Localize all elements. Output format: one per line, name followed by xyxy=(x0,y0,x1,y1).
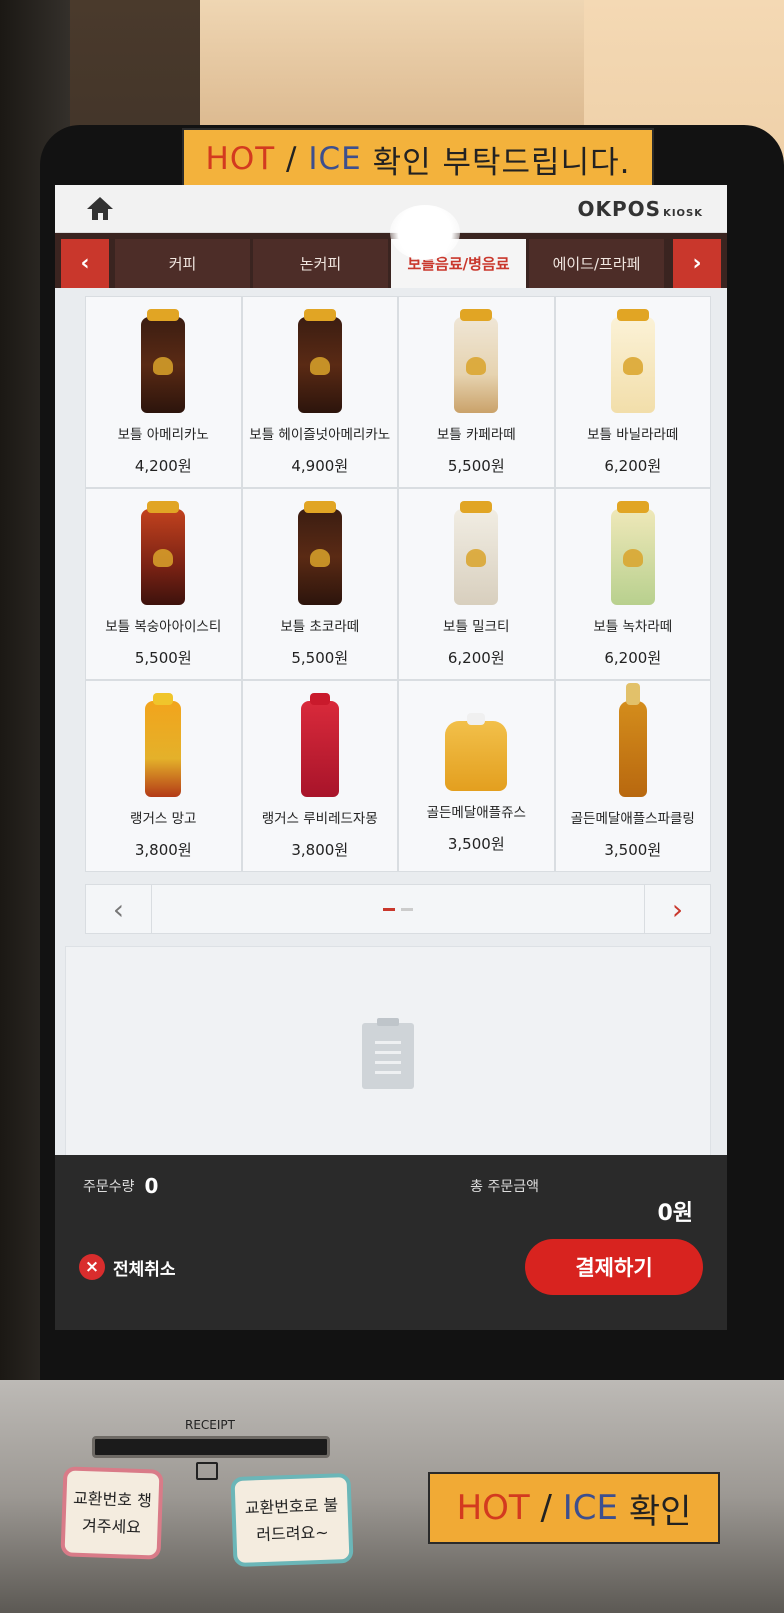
product-price: 6,200원 xyxy=(447,649,505,667)
chevron-right-icon: › xyxy=(671,892,684,926)
page-next-button[interactable]: › xyxy=(644,885,710,933)
page-dot-active xyxy=(383,907,395,911)
page-dot xyxy=(401,907,413,911)
tab-ade-frappe[interactable]: 에이드/프라페 xyxy=(529,239,664,288)
receipt-slot xyxy=(92,1436,330,1458)
product-card[interactable]: 보틀 밀크티 6,200원 xyxy=(398,488,555,680)
product-price: 3,800원 xyxy=(134,841,192,859)
product-price: 3,800원 xyxy=(291,841,349,859)
page-indicator xyxy=(383,907,413,911)
product-card[interactable]: 골든메달애플쥬스 3,500원 xyxy=(398,680,555,872)
tab-prev-button[interactable]: ‹ xyxy=(61,239,109,288)
product-card[interactable]: 보틀 녹차라떼 6,200원 xyxy=(554,488,711,680)
product-image xyxy=(618,683,647,797)
sign-ice: ICE xyxy=(308,141,362,177)
product-name: 보틀 카페라떼 xyxy=(436,427,516,443)
sticky-note-red: 교환번호 챙겨주세요 xyxy=(60,1466,164,1560)
kiosk-screen: OKPOS KIOSK ‹ 커피 논커피 보틀음료/병음료 에이드/프라페 › 보… xyxy=(55,185,727,1330)
summary-row: 주문수량 0 총 주문금액 xyxy=(55,1155,727,1217)
product-price: 5,500원 xyxy=(134,649,192,667)
product-name: 랭거스 망고 xyxy=(130,811,197,827)
chevron-left-icon: ‹ xyxy=(112,892,125,926)
product-name: 골든메달애플스파클링 xyxy=(570,811,695,827)
bottom-sign-sep: / xyxy=(540,1488,552,1528)
total-label: 총 주문금액 xyxy=(470,1179,539,1195)
brand-sub: KIOSK xyxy=(663,207,703,219)
product-name: 보틀 초코라떼 xyxy=(280,619,360,635)
product-name: 랭거스 루비레드자몽 xyxy=(261,811,378,827)
product-card[interactable]: 보틀 헤이즐넛아메리카노 4,900원 xyxy=(241,296,398,488)
order-summary-bar: 주문수량 0 총 주문금액 0원 × 전체취소 결제하기 xyxy=(55,1155,727,1330)
bottom-sign-rest: 확인 xyxy=(628,1491,692,1532)
product-image xyxy=(610,501,655,605)
tab-next-button[interactable]: › xyxy=(673,239,721,288)
receipt-label: RECEIPT xyxy=(185,1418,235,1432)
product-price: 4,900원 xyxy=(291,457,349,475)
top-sticker-sign: HOT / ICE 확인 부탁드립니다. xyxy=(182,128,654,190)
product-card[interactable]: 보틀 카페라떼 5,500원 xyxy=(398,296,555,488)
product-image xyxy=(454,309,499,413)
product-name: 보틀 아메리카노 xyxy=(117,427,209,443)
cart-empty-icon xyxy=(362,1018,414,1089)
product-image xyxy=(141,501,186,605)
page-navigator: ‹ › xyxy=(85,884,711,934)
chevron-left-icon: ‹ xyxy=(80,251,90,276)
light-glare xyxy=(390,205,460,260)
product-image xyxy=(454,501,499,605)
product-name: 보틀 복숭아아이스티 xyxy=(105,619,222,635)
page-prev-button[interactable]: ‹ xyxy=(86,885,152,933)
product-price: 6,200원 xyxy=(604,649,662,667)
product-card[interactable]: 랭거스 망고 3,800원 xyxy=(85,680,242,872)
brand-logo: OKPOS KIOSK xyxy=(578,197,704,221)
sign-rest: 확인 부탁드립니다. xyxy=(372,144,631,181)
product-card[interactable]: 골든메달애플스파클링 3,500원 xyxy=(554,680,711,872)
product-card[interactable]: 보틀 바닐라라떼 6,200원 xyxy=(554,296,711,488)
product-price: 4,200원 xyxy=(134,457,192,475)
product-image xyxy=(141,309,186,413)
product-card[interactable]: 보틀 아메리카노 4,200원 xyxy=(85,296,242,488)
product-name: 보틀 밀크티 xyxy=(443,619,510,635)
product-name: 보틀 바닐라라떼 xyxy=(587,427,679,443)
tab-coffee[interactable]: 커피 xyxy=(115,239,250,288)
product-price: 3,500원 xyxy=(604,841,662,859)
bottom-sign-ice: ICE xyxy=(562,1488,619,1528)
product-price: 3,500원 xyxy=(447,835,505,853)
product-price: 5,500원 xyxy=(447,457,505,475)
chevron-right-icon: › xyxy=(692,251,702,276)
qty-value: 0 xyxy=(144,1174,159,1198)
product-card[interactable]: 보틀 초코라떼 5,500원 xyxy=(241,488,398,680)
sign-hot: HOT xyxy=(205,141,276,177)
bottom-sign-hot: HOT xyxy=(456,1488,530,1528)
product-grid: 보틀 아메리카노 4,200원 보틀 헤이즐넛아메리카노 4,900원 보틀 카… xyxy=(85,296,711,872)
product-name: 골든메달애플쥬스 xyxy=(426,805,526,821)
action-row: × 전체취소 결제하기 xyxy=(55,1217,727,1317)
product-image xyxy=(297,309,342,413)
product-card[interactable]: 랭거스 루비레드자몽 3,800원 xyxy=(241,680,398,872)
cart-list xyxy=(65,946,711,1166)
product-name: 보틀 헤이즐넛아메리카노 xyxy=(249,427,391,443)
product-name: 보틀 녹차라떼 xyxy=(593,619,673,635)
brand-name: OKPOS xyxy=(577,196,662,221)
product-image xyxy=(445,713,508,791)
product-image xyxy=(610,309,655,413)
printer-icon xyxy=(196,1462,218,1480)
home-icon[interactable] xyxy=(87,196,113,221)
qty-label: 주문수량 xyxy=(83,1179,135,1195)
product-card[interactable]: 보틀 복숭아아이스티 5,500원 xyxy=(85,488,242,680)
product-image xyxy=(145,693,182,797)
close-icon: × xyxy=(79,1254,105,1280)
product-price: 5,500원 xyxy=(291,649,349,667)
product-price: 6,200원 xyxy=(604,457,662,475)
pay-button[interactable]: 결제하기 xyxy=(525,1239,703,1295)
sign-sep: / xyxy=(286,141,298,177)
tab-non-coffee[interactable]: 논커피 xyxy=(253,239,388,288)
sticky-note-teal: 교환번호로 불러드려요~ xyxy=(230,1472,354,1568)
product-image xyxy=(300,693,339,797)
total-value: 0원 xyxy=(657,1201,693,1226)
product-image xyxy=(297,501,342,605)
cancel-all-button[interactable]: × 전체취소 xyxy=(79,1254,176,1280)
cancel-all-label: 전체취소 xyxy=(113,1259,176,1280)
bottom-sticker-sign: HOT / ICE 확인 xyxy=(428,1472,720,1544)
